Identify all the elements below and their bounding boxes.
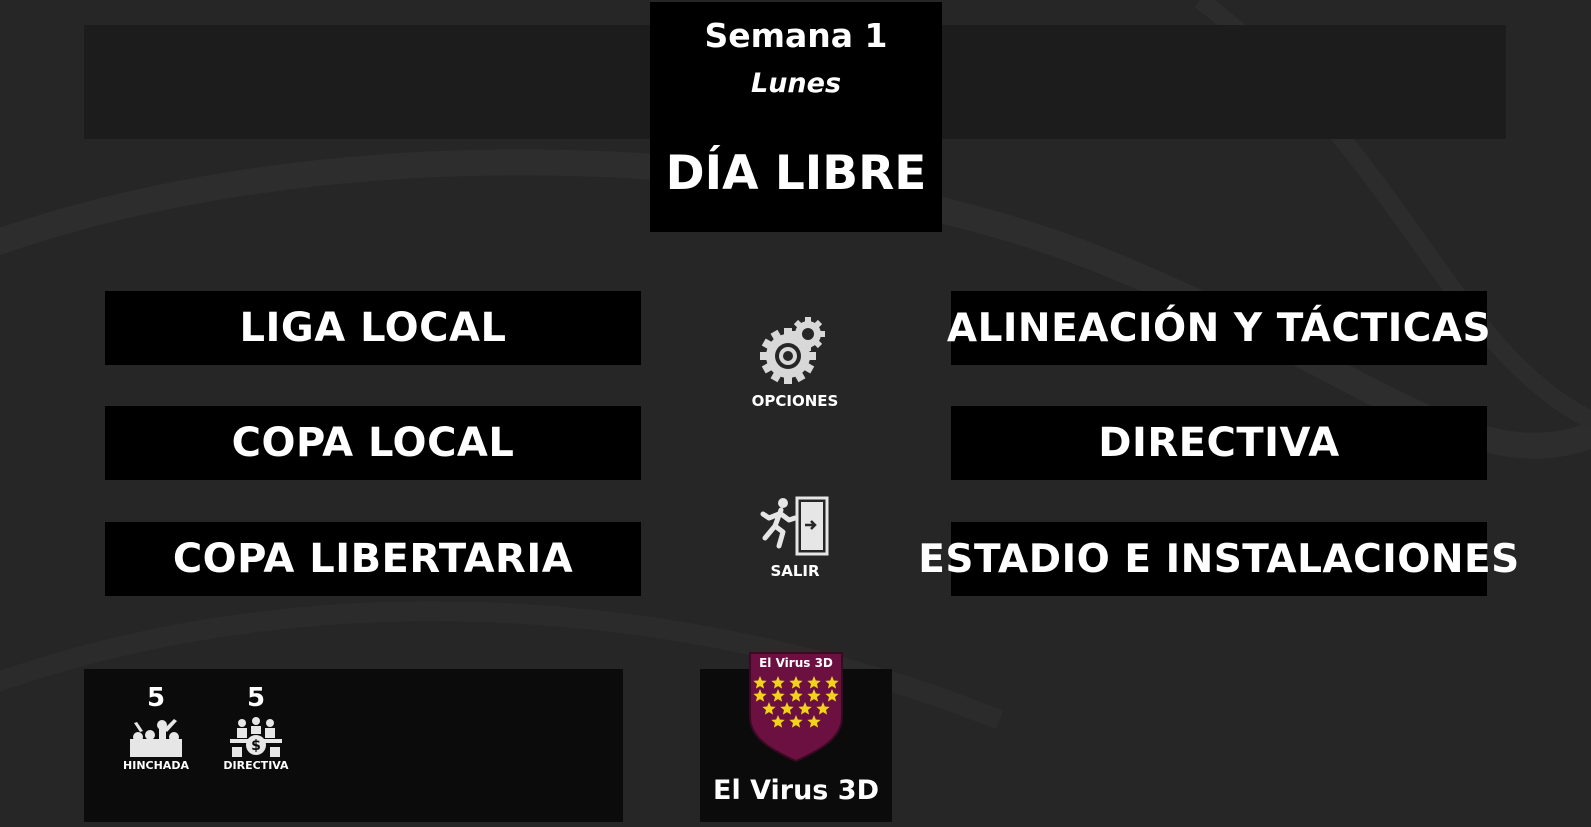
exit-button[interactable]: SALIR: [735, 494, 855, 580]
day-label: Lunes: [750, 68, 842, 99]
week-label: Semana 1: [704, 16, 888, 55]
exit-label: SALIR: [770, 562, 820, 580]
liga-local-button[interactable]: LIGA LOCAL: [105, 291, 641, 365]
estadio-instalaciones-button[interactable]: ESTADIO E INSTALACIONES: [918, 522, 1519, 596]
gears-icon: [760, 317, 825, 384]
copa-libertaria-button[interactable]: COPA LIBERTARIA: [105, 522, 641, 596]
hinchada-label: HINCHADA: [123, 759, 189, 772]
board-money-icon: $: [230, 717, 282, 757]
directiva-label: DIRECTIVA: [223, 759, 289, 772]
team-name: El Virus 3D: [713, 775, 879, 806]
fans-icon: [130, 719, 182, 757]
alineacion-tacticas-button[interactable]: ALINEACIÓN Y TÁCTICAS: [947, 291, 1491, 365]
options-button[interactable]: OPCIONES: [735, 312, 855, 410]
exit-door-icon: [760, 496, 829, 556]
directiva-value: 5: [246, 683, 266, 713]
date-panel: Semana 1 Lunes DÍA LIBRE: [650, 2, 942, 232]
copa-local-button[interactable]: COPA LOCAL: [105, 406, 641, 480]
team-crest[interactable]: El Virus 3D: [746, 651, 846, 763]
hinchada-value: 5: [146, 683, 166, 713]
svg-text:$: $: [251, 738, 261, 754]
directiva-button[interactable]: DIRECTIVA: [951, 406, 1487, 480]
hinchada-stat: 5 HINCHADA: [116, 683, 196, 772]
stats-panel: 5 HINCHADA 5 $ DIRECTIVA: [84, 669, 623, 822]
directiva-stat: 5 $ DIRECTIVA: [216, 683, 296, 772]
day-event-label: DÍA LIBRE: [665, 146, 927, 201]
crest-text: El Virus 3D: [759, 656, 833, 670]
options-label: OPCIONES: [751, 392, 839, 410]
